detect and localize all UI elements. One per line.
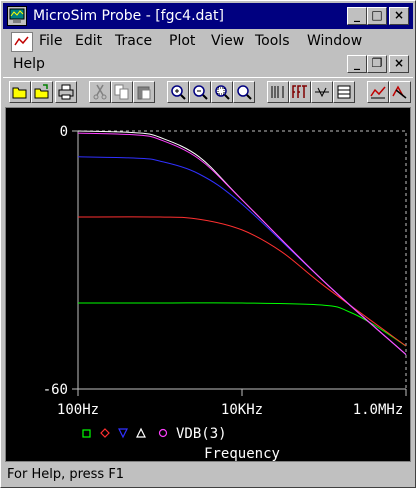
maximize-button[interactable]: □ xyxy=(367,7,387,25)
legend[interactable]: VDB(3) xyxy=(82,426,227,442)
plot-frame xyxy=(77,130,407,390)
application-window: MicroSim Probe - [fgc4.dat] _ □ × File E… xyxy=(0,0,416,488)
status-bar: For Help, press F1 xyxy=(3,464,413,486)
title-bar[interactable]: MicroSim Probe - [fgc4.dat] _ □ × xyxy=(3,3,413,29)
doc-restore-button[interactable]: ❐ xyxy=(367,55,387,73)
axis-labels: 0 -60 100Hz 10KHz 1.0MHz xyxy=(43,124,404,418)
cursor-peak-icon[interactable] xyxy=(389,81,411,103)
fft-icon[interactable] xyxy=(289,81,311,103)
plot-window[interactable]: 0 -60 100Hz 10KHz 1.0MHz VDB(3) Frequenc… xyxy=(5,107,411,462)
cursor-icon[interactable] xyxy=(367,81,389,103)
document-icon[interactable] xyxy=(11,32,33,52)
menu-file[interactable]: File xyxy=(39,32,62,50)
x-label-1: 10KHz xyxy=(221,402,263,418)
toolbar xyxy=(3,77,413,108)
doc-close-button[interactable]: × xyxy=(389,55,409,73)
zoom-in-icon[interactable] xyxy=(167,81,189,103)
y-label-top: 0 xyxy=(60,124,68,140)
open-icon[interactable] xyxy=(9,81,31,103)
menu-window[interactable]: Window xyxy=(307,32,362,50)
cut-icon[interactable] xyxy=(89,81,111,103)
trace-triangle-down[interactable] xyxy=(77,156,407,355)
copy-icon[interactable] xyxy=(111,81,133,103)
menu-plot[interactable]: Plot xyxy=(169,32,195,50)
window-title: MicroSim Probe - [fgc4.dat] xyxy=(33,8,224,24)
legend-marker-circle xyxy=(158,428,168,438)
paste-icon[interactable] xyxy=(133,81,155,103)
status-text: For Help, press F1 xyxy=(7,467,125,482)
performance-icon[interactable] xyxy=(311,81,333,103)
grid xyxy=(72,130,407,396)
y-label-bottom: -60 xyxy=(43,382,68,398)
probe-app-icon[interactable] xyxy=(7,6,27,26)
zoom-fit-icon[interactable] xyxy=(233,81,255,103)
waveform-plot[interactable]: 0 -60 100Hz 10KHz 1.0MHz VDB(3) Frequenc… xyxy=(6,108,410,461)
bode-icon[interactable] xyxy=(333,81,355,103)
trace-diamond[interactable] xyxy=(77,216,407,347)
menu-bar: File Edit Trace Plot View Tools Window H… xyxy=(3,29,413,77)
log-axis-icon[interactable] xyxy=(267,81,289,103)
trace-circle[interactable] xyxy=(77,132,407,355)
x-label-2: 1.0MHz xyxy=(353,402,404,418)
trace-group xyxy=(77,130,407,355)
x-label-0: 100Hz xyxy=(57,402,99,418)
x-axis-title: Frequency xyxy=(204,446,280,461)
minimize-button[interactable]: _ xyxy=(347,7,367,25)
menu-help[interactable]: Help xyxy=(13,55,45,73)
trace-triangle-up[interactable] xyxy=(77,130,407,355)
legend-marker-diamond xyxy=(100,428,110,438)
legend-trace-label[interactable]: VDB(3) xyxy=(176,426,227,442)
legend-marker-square xyxy=(82,429,91,438)
legend-marker-triangle-up xyxy=(136,427,146,438)
close-button[interactable]: × xyxy=(389,7,409,25)
zoom-out-icon[interactable] xyxy=(189,81,211,103)
menu-tools[interactable]: Tools xyxy=(255,32,290,50)
menu-trace[interactable]: Trace xyxy=(115,32,152,50)
doc-minimize-button[interactable]: _ xyxy=(347,55,367,73)
open-folder-icon[interactable] xyxy=(31,81,53,103)
legend-marker-triangle-down xyxy=(118,428,128,439)
print-icon[interactable] xyxy=(55,81,77,103)
zoom-area-icon[interactable] xyxy=(211,81,233,103)
trace-square[interactable] xyxy=(78,302,407,347)
menu-view[interactable]: View xyxy=(211,32,244,50)
menu-edit[interactable]: Edit xyxy=(75,32,102,50)
